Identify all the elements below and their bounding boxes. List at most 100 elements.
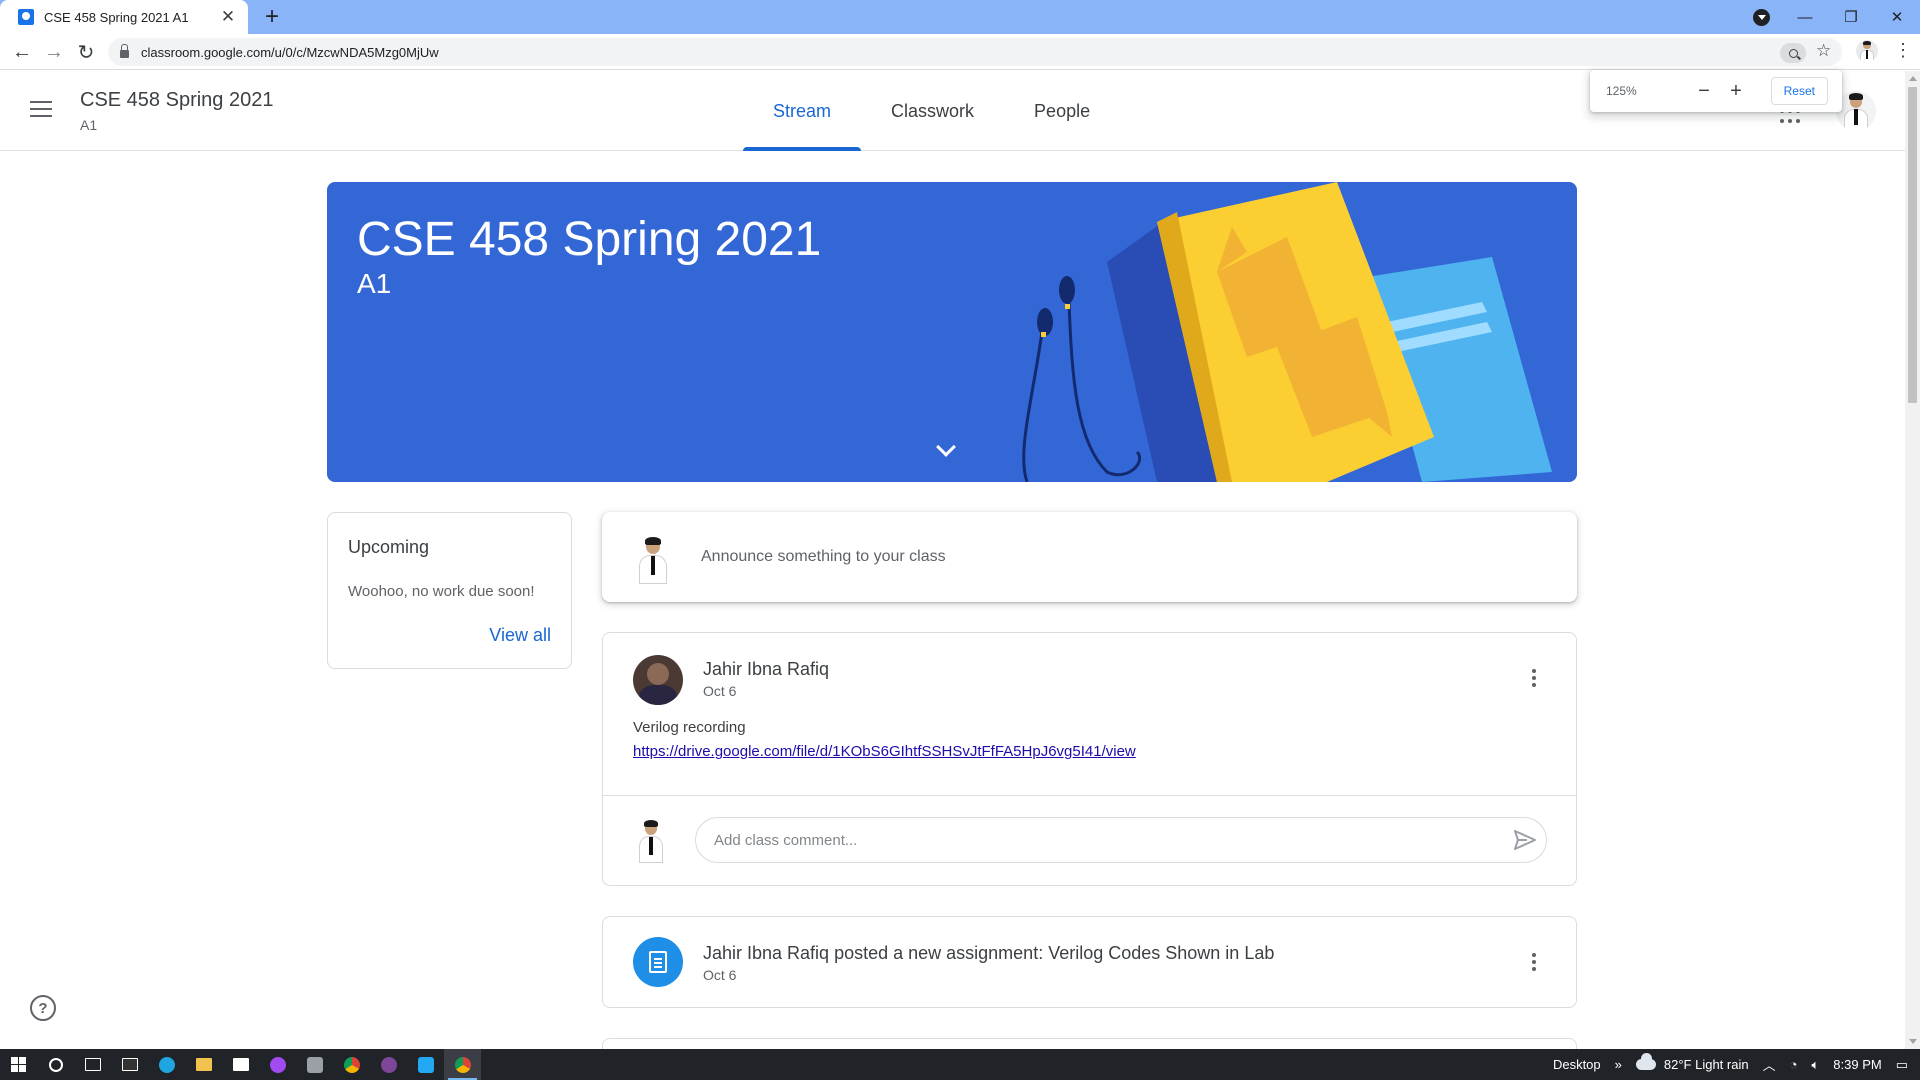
weather-cloud-icon[interactable]: [1635, 1053, 1656, 1070]
zoom-icon[interactable]: [1780, 43, 1806, 63]
star-icon[interactable]: ☆: [1816, 41, 1831, 61]
lock-icon[interactable]: [120, 44, 129, 58]
terminal-icon: [121, 1058, 138, 1071]
help-icon[interactable]: ?: [30, 995, 56, 1021]
windows-taskbar: Desktop » 82°F Light rain ︿ ◔ 🔈︎ 8:39 PM…: [0, 1049, 1920, 1080]
post-divider: [603, 795, 1576, 796]
scroll-up-arrow-icon[interactable]: [1909, 76, 1917, 81]
clock-time[interactable]: 8:39 PM: [1833, 1057, 1881, 1072]
profile-menu-button[interactable]: [1738, 0, 1784, 34]
tor-app[interactable]: [370, 1049, 407, 1080]
post-more-options-icon[interactable]: [1532, 669, 1536, 690]
url-text[interactable]: classroom.google.com/u/0/c/MzcwNDA5Mzg0M…: [141, 45, 439, 60]
browser-tab[interactable]: CSE 458 Spring 2021 A1 ✕: [0, 0, 248, 34]
assignment-title[interactable]: Jahir Ibna Rafiq posted a new assignment…: [703, 943, 1274, 964]
assignment-date: Oct 6: [703, 967, 737, 983]
close-tab-icon[interactable]: ✕: [218, 7, 238, 27]
scrollbar-thumb[interactable]: [1908, 87, 1917, 403]
game-app[interactable]: [296, 1049, 333, 1080]
zoom-out-button[interactable]: −: [1688, 75, 1720, 107]
game-icon: [306, 1056, 323, 1073]
view-all-link[interactable]: View all: [489, 625, 551, 646]
assignment-more-options-icon[interactable]: [1532, 953, 1536, 974]
edge-app[interactable]: [148, 1049, 185, 1080]
mail-app[interactable]: [222, 1049, 259, 1080]
commenter-avatar: [631, 817, 671, 863]
zoom-level: 125%: [1606, 84, 1637, 98]
main-menu-icon[interactable]: [30, 101, 52, 122]
volume-icon[interactable]: 🔈︎: [1811, 1057, 1819, 1073]
onion-icon: [380, 1056, 397, 1073]
classroom-favicon-icon: [18, 9, 34, 25]
show-hidden-icons-icon[interactable]: ︿: [1763, 1055, 1776, 1074]
class-comment-input[interactable]: Add class comment...: [695, 817, 1547, 863]
class-nav-tabs: Stream Classwork People: [743, 71, 1120, 151]
start-button[interactable]: [0, 1049, 37, 1080]
notification-icon[interactable]: ▭: [1896, 1057, 1908, 1073]
chrome-app[interactable]: [333, 1049, 370, 1080]
user-avatar: [630, 534, 676, 584]
post-link[interactable]: https://drive.google.com/file/d/1KObS6GI…: [633, 743, 1136, 760]
mail-icon: [232, 1058, 249, 1071]
class-title[interactable]: CSE 458 Spring 2021: [80, 89, 273, 112]
upcoming-title: Upcoming: [348, 537, 430, 557]
task-view-icon: [84, 1058, 101, 1071]
weather-text[interactable]: 82°F Light rain: [1664, 1057, 1749, 1072]
announce-placeholder[interactable]: Announce something to your class: [701, 548, 946, 566]
send-icon[interactable]: [1513, 829, 1537, 851]
back-arrow-icon[interactable]: ←: [8, 38, 36, 66]
assignment-post[interactable]: Jahir Ibna Rafiq posted a new assignment…: [602, 916, 1577, 1008]
close-window-button[interactable]: ✕: [1874, 0, 1920, 34]
messenger-app[interactable]: [259, 1049, 296, 1080]
vscode-app[interactable]: [407, 1049, 444, 1080]
chrome-icon: [343, 1056, 360, 1073]
announce-box[interactable]: Announce something to your class: [602, 512, 1577, 602]
menu-kebab-icon[interactable]: ⋮: [1894, 40, 1912, 61]
forward-arrow-icon[interactable]: →: [40, 38, 68, 66]
upcoming-text: Woohoo, no work due soon!: [348, 583, 535, 600]
tab-title: CSE 458 Spring 2021 A1: [44, 9, 189, 25]
network-icon[interactable]: ◔: [1790, 1057, 1798, 1072]
zoom-in-button[interactable]: +: [1720, 75, 1752, 107]
folder-icon: [195, 1058, 212, 1071]
chrome-active-app[interactable]: [444, 1049, 481, 1080]
address-bar[interactable]: classroom.google.com/u/0/c/MzcwNDA5Mzg0M…: [108, 38, 1842, 66]
account-avatar[interactable]: [1836, 91, 1876, 131]
system-tray: Desktop » 82°F Light rain ︿ ◔ 🔈︎ 8:39 PM…: [1553, 1049, 1920, 1080]
chevron-circle-icon: [1752, 8, 1770, 26]
zoom-reset-button[interactable]: Reset: [1770, 77, 1828, 105]
banner-title: CSE 458 Spring 2021: [357, 213, 822, 266]
assignment-icon: [633, 937, 683, 987]
page-scrollbar[interactable]: [1905, 71, 1920, 1049]
upcoming-card: Upcoming Woohoo, no work due soon! View …: [327, 512, 572, 669]
desktop-toolbar-label[interactable]: Desktop: [1553, 1057, 1601, 1072]
search-button[interactable]: [37, 1049, 74, 1080]
minimize-button[interactable]: —: [1782, 0, 1828, 34]
post-text: Verilog recording: [633, 719, 746, 736]
tab-classwork[interactable]: Classwork: [861, 71, 1004, 151]
banner-subtitle: A1: [357, 268, 392, 299]
post-date: Oct 6: [703, 683, 737, 699]
stream-post: Jahir Ibna Rafiq Oct 6 Verilog recording…: [602, 632, 1577, 886]
zoom-popup: 125% − + Reset: [1590, 70, 1842, 112]
reload-icon[interactable]: ↻: [72, 38, 100, 66]
file-explorer-app[interactable]: [185, 1049, 222, 1080]
toolbar-expand-icon[interactable]: »: [1615, 1057, 1622, 1072]
author-avatar: [633, 655, 683, 705]
browser-toolbar: ← → ↻ classroom.google.com/u/0/c/MzcwNDA…: [0, 34, 1920, 70]
cortana-icon: [48, 1057, 63, 1072]
vscode-icon: [417, 1056, 434, 1073]
tab-people[interactable]: People: [1004, 71, 1120, 151]
scroll-down-arrow-icon[interactable]: [1909, 1039, 1917, 1044]
post-author: Jahir Ibna Rafiq: [703, 659, 830, 679]
tab-stream[interactable]: Stream: [743, 71, 862, 151]
chrome-profile-icon: [454, 1056, 471, 1073]
windows-logo-icon: [11, 1057, 26, 1072]
terminal-app[interactable]: [111, 1049, 148, 1080]
new-tab-button[interactable]: +: [258, 3, 286, 31]
profile-avatar[interactable]: [1856, 40, 1878, 62]
comment-placeholder: Add class comment...: [714, 831, 858, 849]
task-view-button[interactable]: [74, 1049, 111, 1080]
restore-button[interactable]: ❐: [1828, 0, 1874, 34]
edge-icon: [158, 1056, 175, 1073]
